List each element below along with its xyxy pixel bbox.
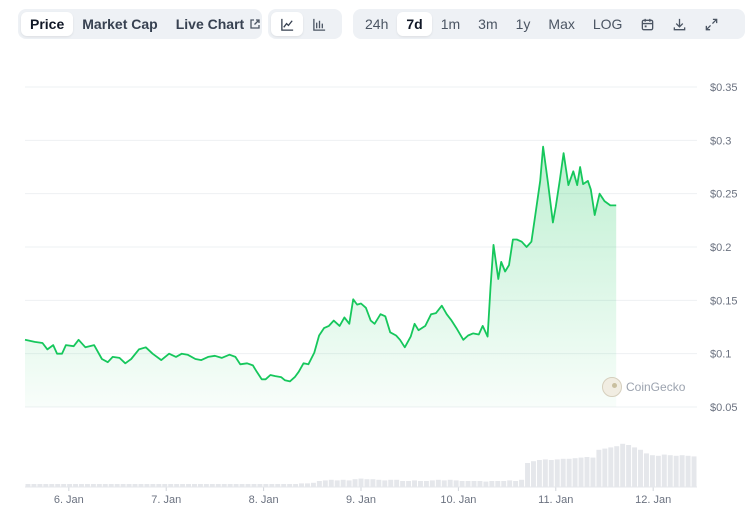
volume-bar <box>328 479 334 487</box>
y-tick-label: $0.25 <box>710 189 738 201</box>
volume-bar <box>435 479 441 487</box>
volume-bar <box>643 453 649 487</box>
volume-bar <box>412 480 417 487</box>
x-tick-label: 10. Jan <box>440 494 476 506</box>
volume-bar <box>429 480 435 487</box>
x-tick-label: 9. Jan <box>346 494 376 506</box>
volume-bar <box>495 481 501 487</box>
volume-bar <box>638 449 643 487</box>
volume-bar <box>679 455 685 487</box>
y-tick-label: $0.15 <box>710 295 738 307</box>
volume-bar <box>507 480 513 487</box>
volume-bar <box>566 458 572 487</box>
volume-bar <box>310 482 316 487</box>
y-tick-label: $0.2 <box>710 242 731 254</box>
volume-bar <box>388 479 394 487</box>
x-tick-label: 11. Jan <box>538 494 573 506</box>
volume-bar <box>608 447 614 487</box>
y-tick-label: $0.05 <box>710 402 738 414</box>
x-tick-label: 12. Jan <box>635 494 671 506</box>
volume-bar <box>513 481 519 487</box>
volume-bar <box>394 479 400 487</box>
y-tick-label: $0.3 <box>710 135 731 147</box>
x-tick-label: 7. Jan <box>151 494 181 506</box>
volume-bar <box>340 479 346 487</box>
volume-bar <box>400 481 406 487</box>
volume-bar <box>370 479 376 487</box>
volume-bar <box>667 455 673 487</box>
volume-bar <box>305 483 310 487</box>
volume-bar <box>471 481 477 487</box>
volume-bar <box>626 445 632 487</box>
volume-bar <box>525 463 530 487</box>
volume-bar <box>548 460 554 487</box>
volume-bar <box>649 455 655 487</box>
price-chart[interactable]: $0.05 $0.1 $0.15 $0.2 $0.25 $0.3 $0.35 6. Jan 7… <box>0 0 750 520</box>
volume-bar <box>584 457 590 487</box>
x-tick-label: 8. Jan <box>249 494 279 506</box>
volume-bar <box>477 481 483 487</box>
volume-bar <box>691 456 697 487</box>
watermark-text: CoinGecko <box>626 380 686 394</box>
volume-bar <box>358 478 364 487</box>
volume-bar <box>406 481 412 487</box>
price-area-fill <box>25 146 617 407</box>
volume-bar <box>423 481 429 487</box>
volume-bar <box>453 480 459 487</box>
volume-bar <box>489 481 495 487</box>
volume-bar <box>685 455 691 487</box>
volume-bar <box>316 481 322 487</box>
volume-bar <box>447 479 453 487</box>
volume-bar <box>620 443 626 487</box>
coingecko-watermark: CoinGecko <box>602 377 685 397</box>
volume-bar <box>299 483 305 487</box>
volume-bar <box>554 459 560 487</box>
volume-bar <box>560 458 566 487</box>
y-tick-label: $0.1 <box>710 349 731 361</box>
volume-bar <box>530 461 536 487</box>
coingecko-logo-icon <box>602 377 622 397</box>
y-tick-label: $0.35 <box>710 82 738 94</box>
volume-bar <box>578 457 584 487</box>
volume-bar <box>673 455 679 487</box>
volume-bar <box>572 458 578 487</box>
volume-bar <box>655 455 661 487</box>
x-tick-label: 6. Jan <box>54 494 84 506</box>
volume-bar <box>614 446 620 487</box>
volume-bar <box>483 481 489 487</box>
volume-bar <box>346 480 352 487</box>
volume-bar <box>322 480 328 487</box>
y-axis: $0.05 $0.1 $0.15 $0.2 $0.25 $0.3 $0.35 <box>710 82 738 414</box>
volume-bar <box>465 481 471 487</box>
volume-bar <box>334 480 340 487</box>
volume-bar <box>632 447 638 487</box>
volume-bar <box>417 481 423 487</box>
volume-bars <box>25 443 697 487</box>
x-axis: 6. Jan 7. Jan 8. Jan 9. Jan 10. Jan 11. Jan 12… <box>25 486 697 506</box>
volume-bar <box>519 479 525 487</box>
volume-bar <box>501 481 507 487</box>
volume-bar <box>459 481 465 487</box>
volume-bar <box>376 479 382 487</box>
volume-bar <box>661 454 667 487</box>
volume-bar <box>352 479 358 487</box>
volume-bar <box>536 460 542 487</box>
volume-bar <box>602 448 608 487</box>
volume-bar <box>364 479 370 487</box>
volume-bar <box>441 480 447 487</box>
volume-bar <box>542 459 548 487</box>
volume-bar <box>590 457 596 487</box>
volume-bar <box>382 480 388 487</box>
volume-bar <box>596 449 602 487</box>
